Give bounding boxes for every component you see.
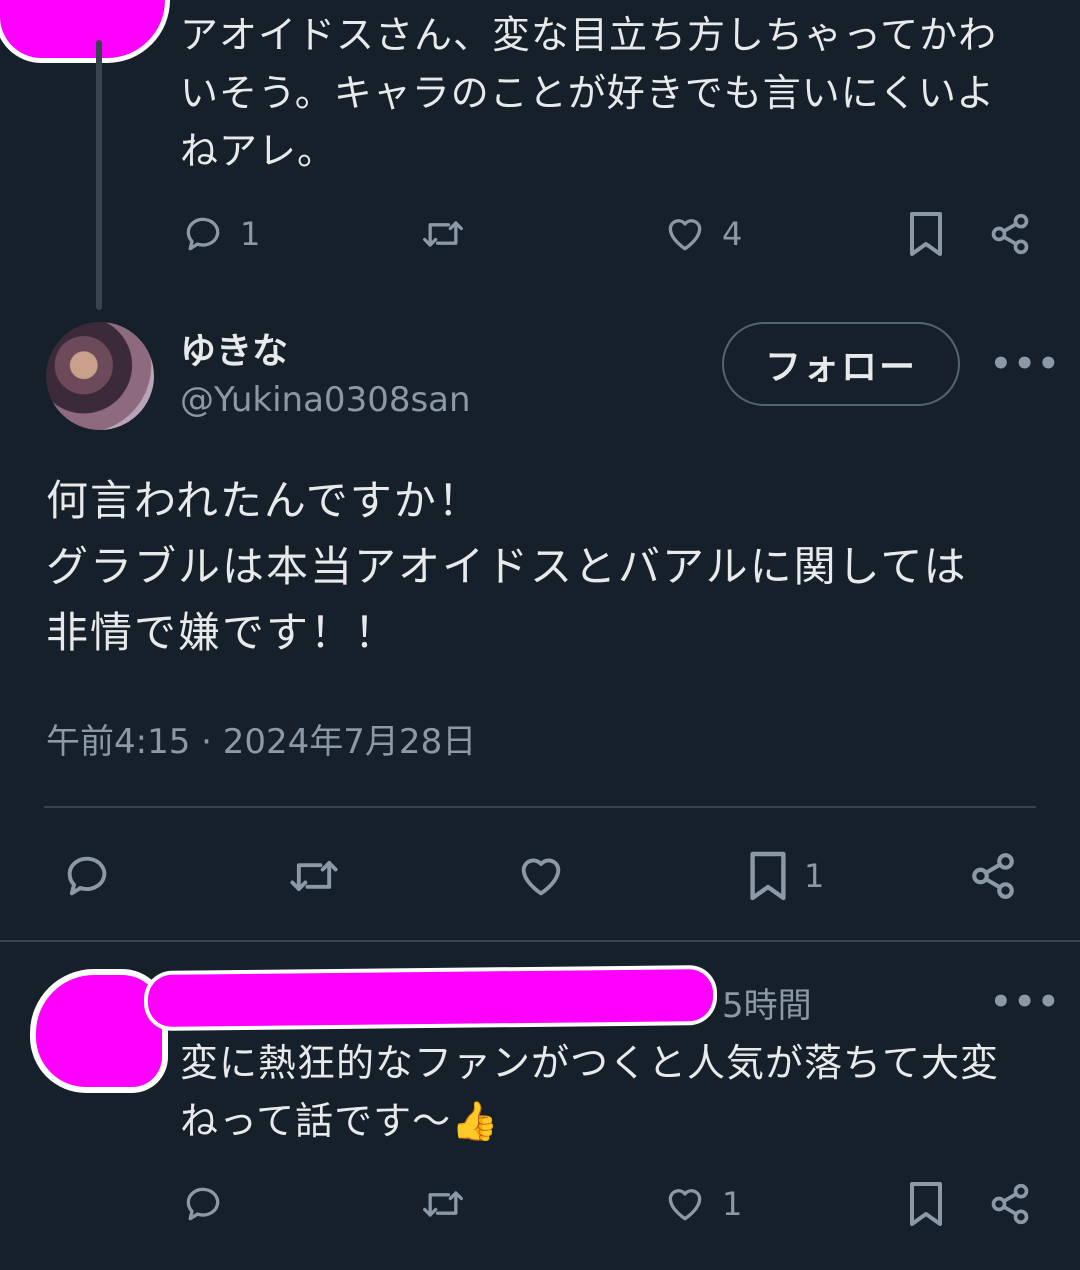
share-button[interactable] bbox=[968, 850, 1018, 902]
post-text-line: 変に熱狂的なファンがつくと人気が落ちて大変 bbox=[180, 1041, 1000, 1085]
like-icon bbox=[662, 212, 708, 256]
thread-line bbox=[96, 40, 102, 310]
bookmark-icon bbox=[746, 848, 790, 904]
redaction-mark bbox=[0, 0, 165, 58]
share-icon bbox=[988, 212, 1032, 256]
previous-post-text: アオイドスさん、変な目立ち方しちゃってかわ いそう。キャラのことが好きでも言いに… bbox=[180, 6, 1060, 180]
reply-icon bbox=[180, 212, 226, 256]
reply-count: 1 bbox=[240, 215, 261, 253]
share-icon bbox=[988, 1182, 1032, 1226]
post-text-line: グラブルは本当アオイドスとバアルに関しては bbox=[46, 542, 968, 591]
more-icon[interactable]: ••• bbox=[990, 982, 1061, 1022]
bookmark-icon bbox=[906, 1180, 946, 1228]
reply-button[interactable] bbox=[60, 850, 114, 902]
divider bbox=[44, 806, 1036, 808]
more-icon[interactable]: ••• bbox=[990, 344, 1061, 384]
redaction-mark bbox=[148, 969, 713, 1027]
like-count: 4 bbox=[722, 215, 743, 253]
like-icon bbox=[514, 850, 568, 902]
post-text-line: アオイドスさん、変な目立ち方しちゃってかわ bbox=[180, 13, 998, 57]
avatar[interactable] bbox=[46, 322, 154, 430]
post-text-line: ねアレ。 bbox=[180, 129, 337, 173]
bookmark-icon bbox=[906, 210, 946, 258]
main-post-text: 何言われたんですか！ グラブルは本当アオイドスとバアルに関しては 非情で嫌です！… bbox=[46, 468, 1056, 666]
like-icon bbox=[662, 1182, 708, 1226]
repost-icon bbox=[284, 850, 344, 902]
bookmark-button[interactable]: 1 bbox=[746, 848, 824, 904]
share-button[interactable] bbox=[988, 212, 1032, 256]
repost-icon bbox=[418, 212, 468, 256]
user-handle[interactable]: @Yukina0308san bbox=[180, 380, 471, 420]
bookmark-button[interactable] bbox=[906, 210, 946, 258]
repost-button[interactable] bbox=[418, 212, 468, 256]
reply-button[interactable]: 1 bbox=[180, 212, 260, 256]
follow-button[interactable]: フォロー bbox=[722, 322, 960, 406]
reply-icon bbox=[180, 1182, 226, 1226]
repost-icon bbox=[418, 1182, 468, 1226]
divider bbox=[0, 940, 1080, 942]
like-button[interactable] bbox=[514, 850, 568, 902]
reply-post-text: 変に熱狂的なファンがつくと人気が落ちて大変 ねって話です〜👍 bbox=[180, 1034, 1060, 1150]
post-text-line: 何言われたんですか！ bbox=[46, 476, 482, 525]
like-count: 1 bbox=[722, 1185, 743, 1223]
post-timestamp[interactable]: 午前4:15 · 2024年7月28日 bbox=[46, 714, 476, 763]
share-button[interactable] bbox=[988, 1182, 1032, 1226]
like-button[interactable]: 1 bbox=[662, 1182, 742, 1226]
like-button[interactable]: 4 bbox=[662, 212, 742, 256]
share-icon bbox=[968, 850, 1018, 902]
repost-button[interactable] bbox=[284, 850, 344, 902]
bookmark-button[interactable] bbox=[906, 1180, 946, 1228]
reply-icon bbox=[60, 850, 114, 902]
display-name[interactable]: ゆきな bbox=[180, 322, 288, 374]
bookmark-count: 1 bbox=[804, 857, 825, 895]
post-text-line: ねって話です〜👍 bbox=[180, 1099, 500, 1143]
reply-button[interactable] bbox=[180, 1182, 226, 1226]
post-text-line: いそう。キャラのことが好きでも言いにくいよ bbox=[180, 71, 996, 115]
post-text-line: 非情で嫌です！！ bbox=[46, 608, 399, 657]
repost-button[interactable] bbox=[418, 1182, 468, 1226]
redaction-mark bbox=[36, 975, 162, 1087]
reply-time[interactable]: 5時間 bbox=[722, 978, 812, 1027]
